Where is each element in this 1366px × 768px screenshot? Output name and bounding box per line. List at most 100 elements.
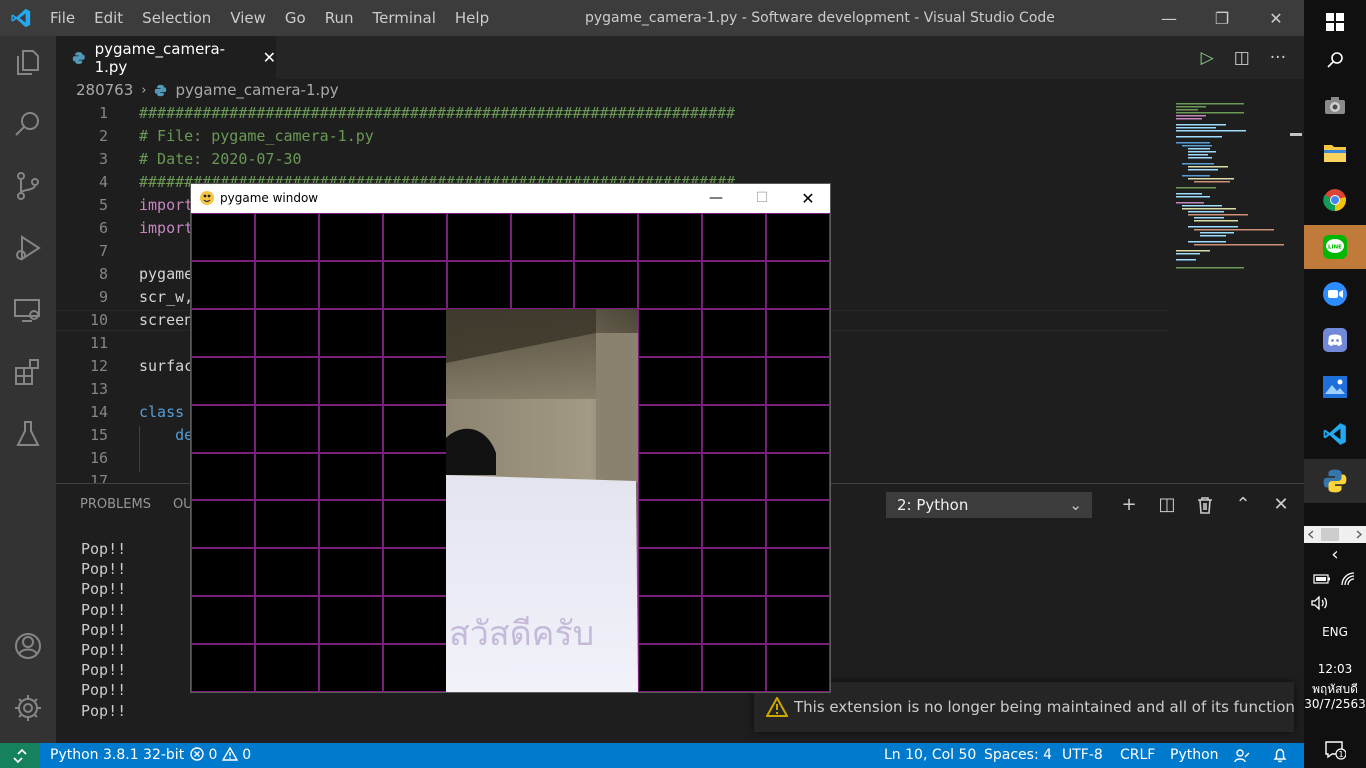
close-panel-icon[interactable]: ✕ bbox=[1262, 492, 1300, 518]
code-line[interactable]: # Date: 2020-07-30 bbox=[139, 150, 302, 168]
battery-icon[interactable] bbox=[1310, 568, 1334, 590]
code-line[interactable]: import bbox=[139, 219, 193, 237]
pygame-minimize-button[interactable]: — bbox=[693, 184, 739, 213]
breadcrumb-folder[interactable]: 280763 bbox=[76, 81, 133, 99]
extensions-icon[interactable] bbox=[12, 356, 44, 388]
code-line[interactable]: surfac bbox=[139, 357, 193, 375]
minimap[interactable] bbox=[1172, 101, 1292, 281]
encoding[interactable]: UTF-8 bbox=[1062, 743, 1103, 768]
line-number: 10 bbox=[89, 311, 108, 329]
notification-toast[interactable]: This extension is no longer being mainta… bbox=[754, 682, 1294, 732]
tab-pygame-camera[interactable]: pygame_camera-1.py ✕ bbox=[56, 36, 276, 79]
pygame-maximize-button[interactable]: ☐ bbox=[739, 184, 785, 213]
menu-selection[interactable]: Selection bbox=[142, 0, 220, 36]
chrome-icon[interactable] bbox=[1312, 178, 1358, 222]
taskbar-scrollbar[interactable] bbox=[1304, 526, 1366, 543]
accounts-icon[interactable] bbox=[12, 630, 44, 662]
search-icon[interactable] bbox=[1312, 38, 1358, 82]
code-line[interactable]: scr_w, bbox=[139, 288, 193, 306]
menu-terminal[interactable]: Terminal bbox=[373, 0, 445, 36]
code-line[interactable]: # File: pygame_camera-1.py bbox=[139, 127, 374, 145]
notification-count: 1 bbox=[1338, 750, 1343, 759]
code-line[interactable]: pygame bbox=[139, 265, 193, 283]
menu-view[interactable]: View bbox=[230, 0, 275, 36]
terminal-line: Pop!! bbox=[81, 641, 127, 660]
settings-gear-icon[interactable] bbox=[12, 692, 44, 724]
input-language[interactable]: ENG bbox=[1304, 625, 1366, 639]
zoom-icon[interactable] bbox=[1312, 272, 1358, 316]
code-line[interactable]: class bbox=[139, 403, 184, 421]
run-file-icon[interactable]: ▷ bbox=[1201, 48, 1214, 68]
terminal-selector[interactable]: 2: Python ⌄ bbox=[886, 492, 1092, 518]
cursor-position[interactable]: Ln 10, Col 50 bbox=[884, 743, 976, 768]
photos-icon[interactable] bbox=[1312, 365, 1358, 409]
terminal-line: Pop!! bbox=[81, 600, 127, 619]
discord-icon[interactable] bbox=[1312, 318, 1358, 362]
new-terminal-icon[interactable]: + bbox=[1110, 492, 1148, 518]
wifi-icon[interactable] bbox=[1336, 568, 1360, 590]
action-center-icon[interactable]: 1 bbox=[1312, 728, 1358, 768]
code-line[interactable]: ########################################… bbox=[139, 104, 735, 122]
pygame-window[interactable]: pygame window — ☐ ✕ สวัสดีครับ bbox=[190, 183, 831, 693]
kill-terminal-icon[interactable] bbox=[1186, 492, 1224, 518]
clock-date[interactable]: 30/7/2563 bbox=[1304, 697, 1366, 711]
line-number: 16 bbox=[89, 449, 108, 467]
minimize-button[interactable]: — bbox=[1146, 0, 1192, 36]
remote-indicator-icon[interactable] bbox=[0, 743, 40, 768]
line-number: 2 bbox=[98, 127, 108, 145]
close-window-button[interactable]: ✕ bbox=[1253, 0, 1299, 36]
menu-bar: File Edit Selection View Go Run Terminal… bbox=[50, 0, 508, 36]
run-debug-icon[interactable] bbox=[12, 232, 44, 264]
tab-close-icon[interactable]: ✕ bbox=[263, 48, 276, 67]
clock-time[interactable]: 12:03 bbox=[1304, 662, 1366, 676]
restore-button[interactable]: ❐ bbox=[1199, 0, 1245, 36]
menu-run[interactable]: Run bbox=[325, 0, 363, 36]
tab-problems[interactable]: PROBLEMS bbox=[80, 497, 151, 512]
activity-bar bbox=[0, 36, 56, 743]
indent-guide bbox=[139, 426, 140, 449]
code-line[interactable]: import bbox=[139, 196, 193, 214]
notifications-bell-icon[interactable] bbox=[1272, 747, 1288, 768]
error-icon bbox=[190, 747, 204, 761]
vscode-icon[interactable] bbox=[1312, 412, 1358, 456]
pygame-canvas[interactable]: สวัสดีครับ สวัสดีครับ bbox=[191, 213, 830, 692]
problems-summary[interactable]: 0 0 bbox=[190, 743, 251, 768]
source-control-icon[interactable] bbox=[12, 170, 44, 202]
python-icon[interactable] bbox=[1304, 459, 1366, 503]
menu-help[interactable]: Help bbox=[455, 0, 498, 36]
terminal-output[interactable]: Pop!! Pop!! Pop!! Pop!! Pop!! Pop!! Pop!! Pop!!… bbox=[81, 539, 126, 721]
camera-app-icon[interactable] bbox=[1312, 84, 1358, 128]
split-terminal-icon[interactable]: ◫ bbox=[1148, 492, 1186, 518]
menu-go[interactable]: Go bbox=[285, 0, 315, 36]
menu-edit[interactable]: Edit bbox=[94, 0, 132, 36]
line-number: 12 bbox=[89, 357, 108, 375]
maximize-panel-icon[interactable]: ⌃ bbox=[1224, 492, 1262, 518]
pygame-close-button[interactable]: ✕ bbox=[785, 184, 831, 213]
code-line[interactable]: screen bbox=[139, 311, 193, 329]
breadcrumb-file[interactable]: pygame_camera-1.py bbox=[175, 81, 338, 99]
language-mode[interactable]: Python bbox=[1170, 743, 1219, 768]
testing-icon[interactable] bbox=[12, 418, 44, 450]
vscode-logo-icon bbox=[11, 8, 31, 28]
feedback-icon[interactable] bbox=[1234, 748, 1250, 768]
end-of-line[interactable]: CRLF bbox=[1120, 743, 1155, 768]
tray-expand-icon[interactable]: ‹ bbox=[1304, 544, 1366, 565]
volume-icon[interactable] bbox=[1308, 592, 1332, 614]
line-number: 3 bbox=[98, 150, 108, 168]
more-actions-icon[interactable]: ··· bbox=[1270, 48, 1286, 68]
pygame-title-bar[interactable]: pygame window — ☐ ✕ bbox=[191, 184, 830, 213]
search-icon[interactable] bbox=[12, 108, 44, 140]
line-number: 11 bbox=[89, 334, 108, 352]
python-interpreter[interactable]: Python 3.8.1 32-bit bbox=[50, 743, 184, 768]
file-explorer-icon[interactable] bbox=[1312, 131, 1358, 175]
remote-explorer-icon[interactable] bbox=[12, 294, 44, 326]
menu-file[interactable]: File bbox=[50, 0, 84, 36]
explorer-icon[interactable] bbox=[12, 46, 44, 78]
terminal-selector-value: 2: Python bbox=[897, 496, 969, 514]
indentation[interactable]: Spaces: 4 bbox=[984, 743, 1052, 768]
line-app-icon[interactable]: LINE bbox=[1312, 225, 1358, 269]
code-line[interactable]: de bbox=[139, 426, 193, 444]
scrollbar-marker[interactable] bbox=[1290, 133, 1302, 136]
notification-text: This extension is no longer being mainta… bbox=[794, 698, 1294, 716]
split-editor-icon[interactable]: ◫ bbox=[1234, 48, 1250, 68]
